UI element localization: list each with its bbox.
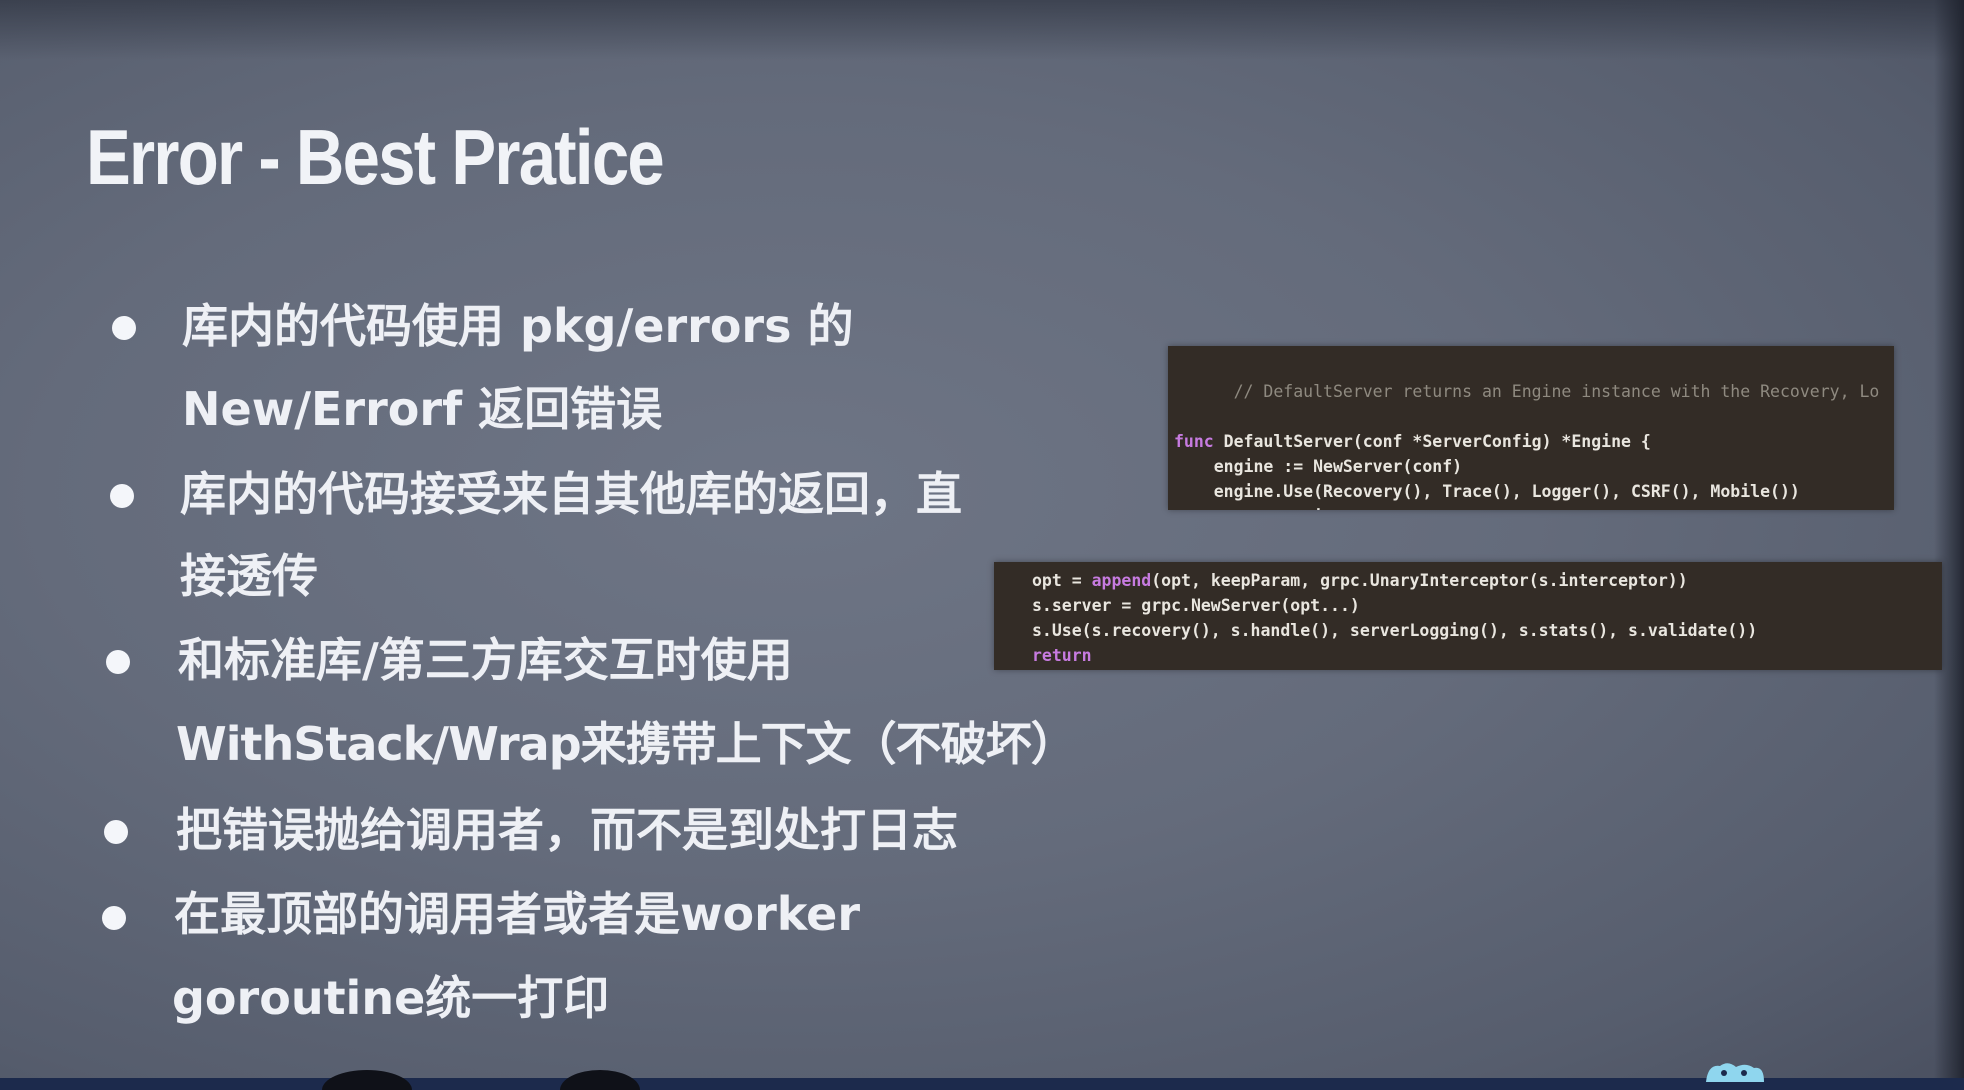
code-line: engine.Use(Recovery(), Trace(), Logger()… [1174,479,1894,504]
code-line: // DefaultServer returns an Engine insta… [1174,354,1894,429]
bullet-dot-icon [112,316,136,340]
screen-bottom-edge [0,1078,1964,1090]
code-text: (opt, keepParam, grpc.UnaryInterceptor(s… [1151,571,1688,590]
bullet-1-line-2: New/Errorf 返回错误 [182,382,663,436]
bullet-dot-icon [106,650,130,674]
bullet-5-line-1: 在最顶部的调用者或者是worker [174,887,861,941]
code-text: s.server = grpc.NewServer(opt...) [1032,596,1360,615]
slide-title: Error - Best Pratice [86,113,665,201]
right-shadow [1934,0,1964,1090]
conference-logo-icon [1706,1063,1764,1082]
code-text: engine [1273,507,1343,510]
code-snippet-grpc-server: opt = append(opt, keepParam, grpc.UnaryI… [994,562,1942,670]
code-keyword: return [1214,507,1274,510]
code-text: opt = [1032,571,1092,590]
bullet-dot-icon [104,820,128,844]
code-text: DefaultServer(conf *ServerConfig) *Engin… [1213,432,1651,451]
code-text: engine.Use(Recovery(), Trace(), Logger()… [1174,482,1800,501]
code-snippet-default-server: // DefaultServer returns an Engine insta… [1168,346,1894,510]
code-keyword: func [1174,432,1214,451]
code-comment: // DefaultServer returns an Engine insta… [1233,382,1880,401]
code-text: s.Use(s.recovery(), s.handle(), serverLo… [1032,621,1758,640]
code-line: func DefaultServer(conf *ServerConfig) *… [1174,429,1894,454]
bullet-4-line-1: 把错误抛给调用者，而不是到处打日志 [176,803,958,857]
bullet-1-line-1: 库内的代码使用 pkg/errors 的 [182,299,854,353]
presentation-slide: Error - Best Pratice 库内的代码使用 pkg/errors … [0,0,1964,1090]
code-line: s.server = grpc.NewServer(opt...) [1032,593,1942,618]
code-line: return [1032,643,1942,668]
code-line: engine := NewServer(conf) [1174,454,1894,479]
bullet-2-line-1: 库内的代码接受来自其他库的返回，直 [180,467,962,521]
code-keyword: append [1091,571,1152,590]
code-line: s.Use(s.recovery(), s.handle(), serverLo… [1032,618,1942,643]
code-line: opt = append(opt, keepParam, grpc.UnaryI… [1032,568,1942,593]
code-keyword: return [1032,646,1092,665]
audience-head [560,1070,640,1090]
bullet-dot-icon [102,906,126,930]
bullet-3-line-1: 和标准库/第三方库交互时使用 [178,633,793,687]
code-line: return engine [1174,504,1894,510]
top-shadow [0,0,1964,60]
bullet-2-line-2: 接透传 [180,549,318,603]
audience-head [322,1070,412,1090]
bullet-dot-icon [110,484,134,508]
code-text: engine := NewServer(conf) [1174,457,1463,476]
bullet-3-line-2: WithStack/Wrap来携带上下文（不破坏） [176,717,1077,771]
bullet-5-line-2: goroutine统一打印 [172,971,610,1025]
